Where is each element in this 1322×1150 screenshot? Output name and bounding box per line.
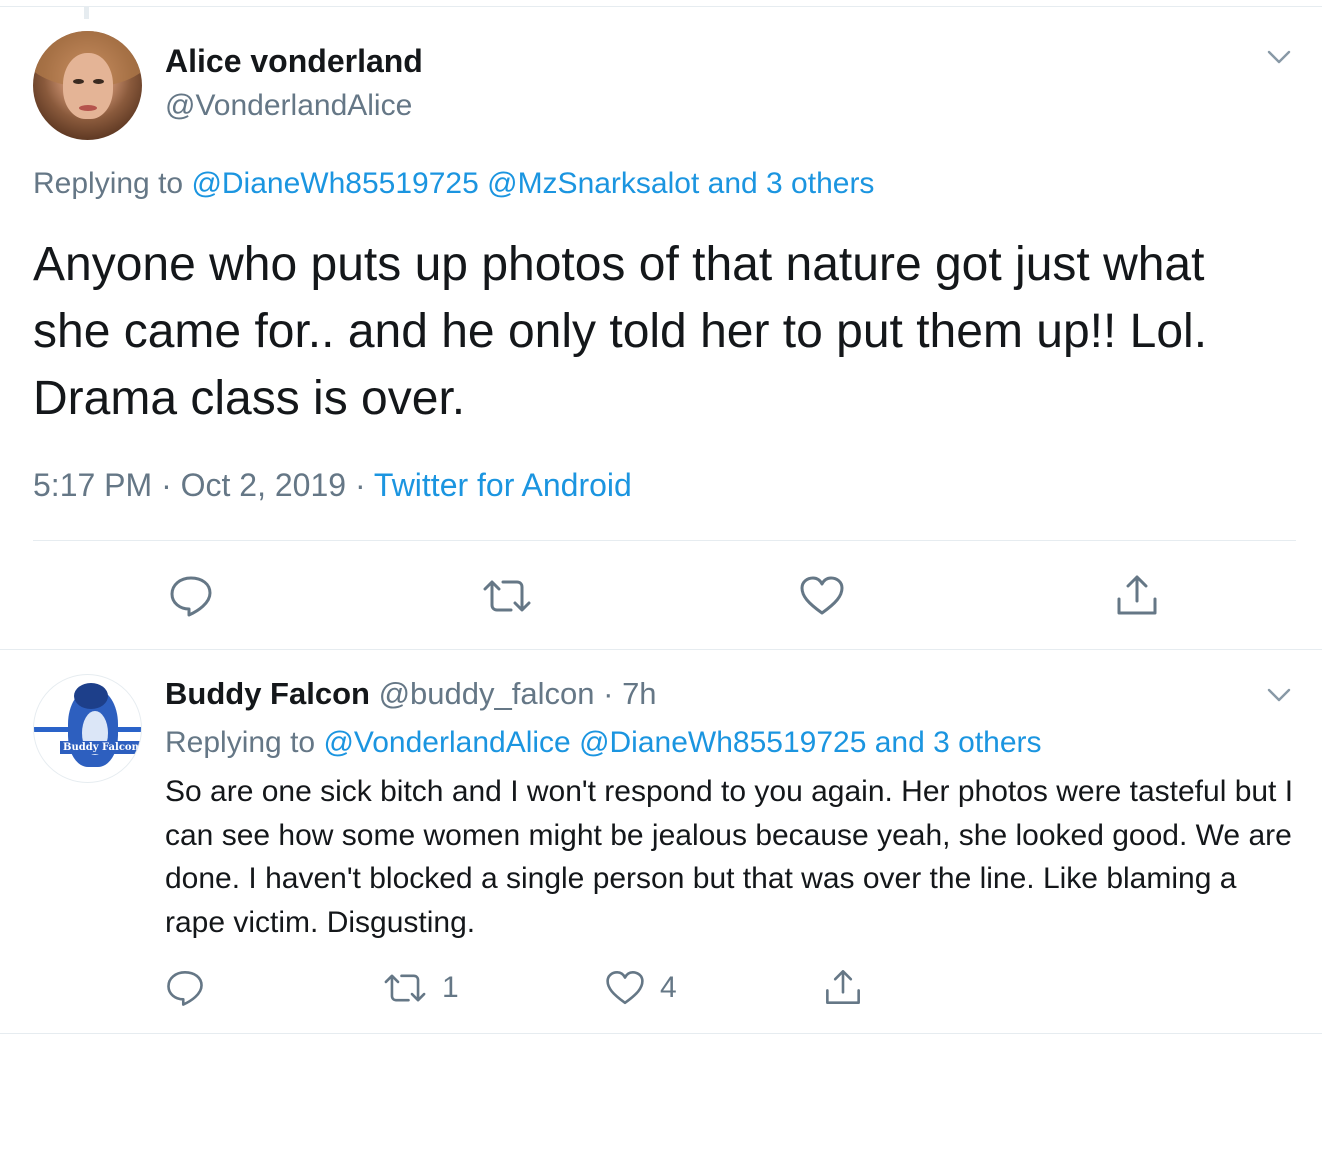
mention-link[interactable]: @MzSnarksalot — [487, 167, 699, 200]
mention-link[interactable]: @VonderlandAlice — [323, 726, 570, 759]
replying-prefix: Replying to — [165, 726, 316, 759]
retweet-count: 1 — [442, 971, 459, 1004]
like-button[interactable] — [798, 573, 846, 619]
others-link[interactable]: and 3 others — [708, 167, 875, 200]
tweet-time[interactable]: 5:17 PM — [33, 467, 152, 503]
chevron-down-icon[interactable] — [1265, 681, 1293, 709]
share-button[interactable] — [1114, 571, 1160, 619]
retweet-button[interactable] — [481, 573, 533, 619]
chevron-down-icon[interactable] — [1265, 43, 1293, 71]
display-name[interactable]: Buddy Falcon — [165, 676, 370, 711]
tweet-text: So are one sick bitch and I won't respon… — [165, 775, 1294, 939]
like-button[interactable]: 4 — [604, 968, 677, 1008]
tweet-source-link[interactable]: Twitter for Android — [374, 467, 632, 503]
like-icon — [800, 576, 844, 615]
reply-button[interactable] — [168, 573, 214, 619]
replying-to: Replying to @DianeWh85519725 @MzSnarksal… — [33, 167, 874, 201]
like-count: 4 — [660, 971, 677, 1004]
mention-link[interactable]: @DianeWh85519725 — [579, 726, 866, 759]
display-name[interactable]: Alice vonderland — [165, 43, 423, 80]
reply-button[interactable] — [165, 968, 205, 1008]
others-link[interactable]: and 3 others — [875, 726, 1042, 759]
meta-separator: · — [354, 467, 366, 503]
mention-link[interactable]: @DianeWh85519725 — [191, 167, 478, 200]
tweet-date[interactable]: Oct 2, 2019 — [181, 467, 346, 503]
share-button[interactable] — [823, 966, 863, 1008]
retweet-icon — [384, 974, 426, 1002]
reply-icon — [167, 971, 203, 1006]
tweet-age[interactable]: 7h — [622, 676, 656, 711]
avatar[interactable] — [33, 31, 142, 140]
main-tweet: Alice vonderland @VonderlandAlice Replyi… — [0, 7, 1322, 649]
replying-to: Replying to @VonderlandAlice @DianeWh855… — [165, 726, 1042, 760]
share-icon — [826, 970, 860, 1004]
reply-header: Buddy Falcon @buddy_falcon · 7h — [165, 676, 657, 712]
retweet-icon — [483, 580, 531, 612]
like-icon — [606, 971, 644, 1005]
divider — [0, 649, 1322, 650]
divider — [33, 540, 1296, 541]
avatar[interactable]: Buddy Falcon — [33, 674, 142, 783]
replying-prefix: Replying to — [33, 167, 184, 200]
retweet-button[interactable]: 1 — [382, 968, 459, 1008]
user-handle[interactable]: @buddy_falcon — [379, 676, 595, 711]
avatar-label: Buddy Falcon — [60, 741, 141, 754]
divider — [0, 1033, 1322, 1034]
share-icon — [1117, 575, 1157, 615]
reply-icon — [170, 576, 212, 617]
user-handle[interactable]: @VonderlandAlice — [165, 89, 412, 123]
tweet-text: Anyone who puts up photos of that nature… — [33, 238, 1208, 425]
tweet-meta: 5:17 PM · Oct 2, 2019 · Twitter for Andr… — [33, 467, 632, 504]
meta-separator: · — [603, 676, 614, 711]
meta-separator: · — [161, 467, 172, 503]
